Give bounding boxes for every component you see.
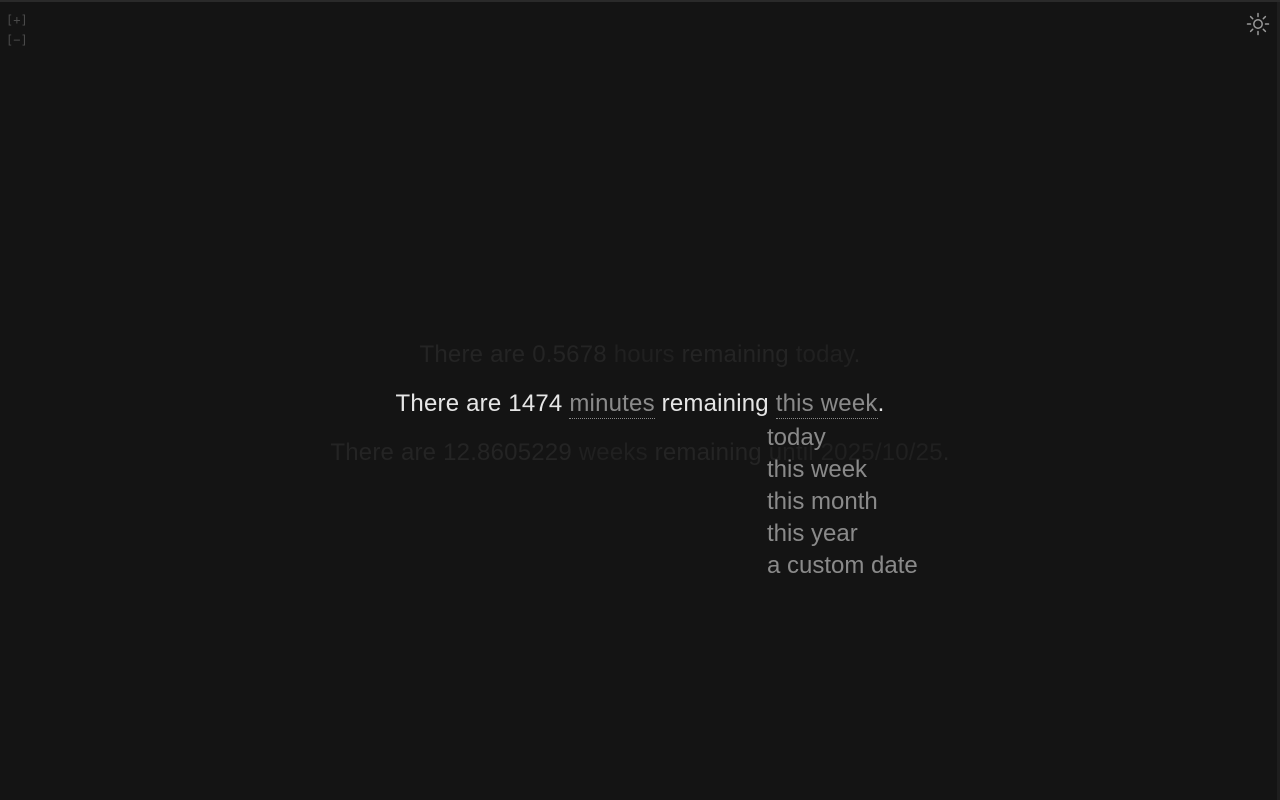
period-option-this-week[interactable]: this week [767,454,918,486]
period-option-this-year[interactable]: this year [767,518,918,550]
zoom-in-button[interactable]: [+] [6,12,28,28]
zoom-controls: [+] [−] [6,12,28,48]
line-middle: remaining [654,390,776,417]
period-option-this-month[interactable]: this month [767,486,918,518]
zoom-out-button[interactable]: [−] [6,32,28,48]
period-option-custom-date[interactable]: a custom date [767,550,918,582]
line-prefix: There are [330,439,444,466]
unit-selector[interactable]: weeks [579,439,648,466]
line-suffix: . [853,341,861,368]
unit-selector[interactable]: minutes [569,390,655,419]
remaining-value: 0.5678 [532,341,607,368]
line-suffix: . [942,439,950,466]
sun-icon [1246,12,1270,36]
theme-toggle-button[interactable] [1246,12,1270,36]
line-prefix: There are [419,341,533,368]
line-prefix: There are [395,390,509,417]
app-window: [+] [−] There are 0.5678 hours remaining… [0,0,1280,800]
remaining-value: 1474 [508,390,563,417]
line-middle: remaining [674,341,796,368]
period-selector[interactable]: today [796,341,854,368]
countdown-line-previous[interactable]: There are 0.5678 hours remaining today. [0,341,1280,369]
period-option-today[interactable]: today [767,422,918,454]
period-dropdown-menu: today this week this month this year a c… [767,422,918,582]
line-middle: remaining [647,439,769,466]
unit-selector[interactable]: hours [614,341,675,368]
line-suffix: . [877,390,885,417]
countdown-line-active: There are 1474 minutes remaining this we… [0,390,1280,419]
remaining-value: 12.8605229 [443,439,572,466]
countdown-line-next[interactable]: There are 12.8605229 weeks remaining unt… [0,439,1280,467]
period-selector[interactable]: this week [775,390,878,419]
